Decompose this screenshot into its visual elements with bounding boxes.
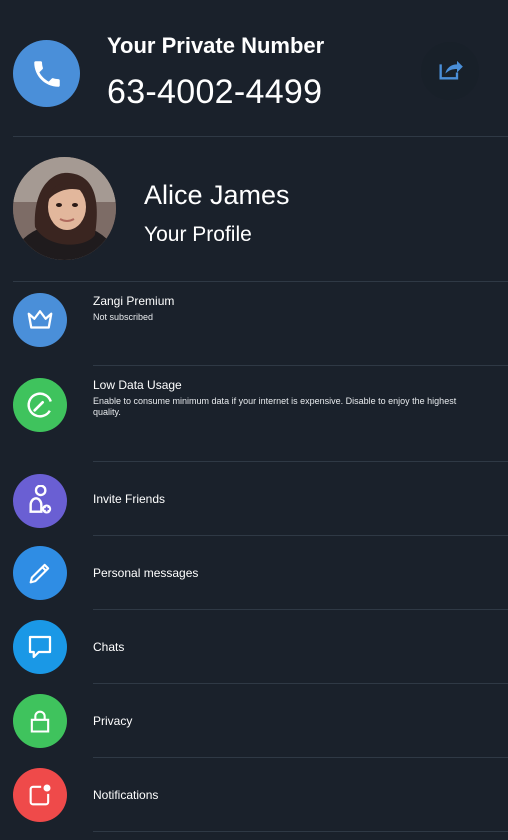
menu-item-notifications[interactable]: Notifications	[0, 758, 508, 831]
chat-bubble-icon	[13, 620, 67, 674]
menu-item-subtitle: Not subscribed	[93, 312, 154, 322]
menu-item-label: Chats	[93, 640, 125, 654]
profile-name[interactable]: Alice James	[144, 180, 290, 211]
menu-item-personal-messages[interactable]: Personal messages	[0, 536, 508, 609]
pencil-icon	[13, 546, 67, 600]
menu-item-label: Privacy	[93, 714, 133, 728]
divider	[93, 831, 508, 832]
menu-item-label: Zangi Premium	[93, 294, 175, 308]
menu-item-invite[interactable]: Invite Friends	[0, 462, 508, 535]
avatar[interactable]	[13, 157, 116, 260]
menu-item-label: Invite Friends	[93, 492, 166, 506]
menu-item-label: Personal messages	[93, 566, 199, 580]
profile-subtitle[interactable]: Your Profile	[144, 223, 252, 247]
phone-icon	[13, 40, 80, 107]
share-icon	[436, 55, 464, 88]
menu-item-chats[interactable]: Chats	[0, 610, 508, 683]
crown-icon	[13, 293, 67, 347]
private-number-value: 63-4002-4499	[107, 73, 323, 111]
private-number-title: Your Private Number	[107, 33, 325, 58]
share-button[interactable]	[421, 42, 479, 100]
menu-item-privacy[interactable]: Privacy	[0, 684, 508, 757]
lock-icon	[13, 694, 67, 748]
divider	[13, 136, 508, 137]
notification-icon	[13, 768, 67, 822]
menu-item-label: Notifications	[93, 788, 159, 802]
speedometer-icon	[13, 378, 67, 432]
low-data-toggle[interactable]	[480, 400, 500, 420]
add-person-icon	[13, 474, 67, 528]
menu-item-premium[interactable]: Zangi Premium Not subscribed	[0, 282, 508, 366]
menu-item-label: Low Data Usage	[93, 378, 182, 392]
menu-item-low-data[interactable]: Low Data Usage Enable to consume minimum…	[0, 366, 508, 461]
menu-item-subtitle: Enable to consume minimum data if your i…	[93, 396, 457, 417]
